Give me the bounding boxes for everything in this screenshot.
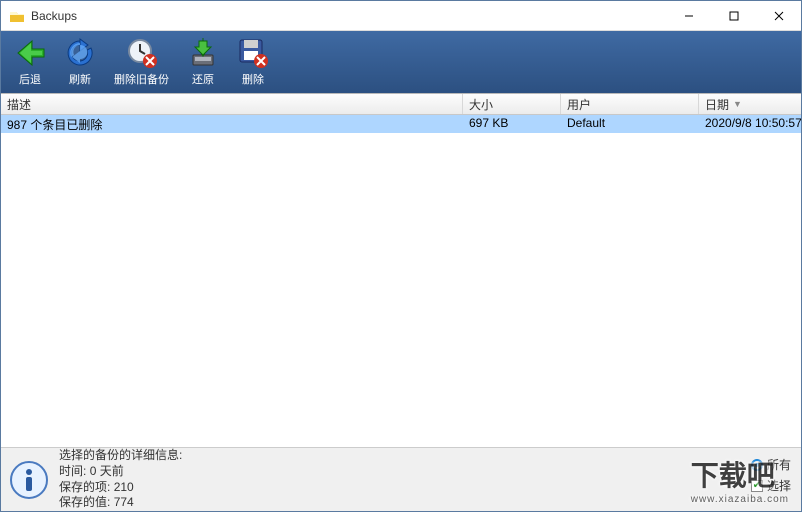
minimize-button[interactable] <box>666 1 711 30</box>
header-date[interactable]: 日期▼ <box>699 94 801 114</box>
delete-label: 删除 <box>242 71 264 87</box>
delete-button[interactable]: 删除 <box>230 35 276 89</box>
backup-list[interactable]: 987 个条目已删除 697 KB Default 2020/9/8 10:50… <box>1 115 801 447</box>
maximize-button[interactable] <box>711 1 756 30</box>
checkbox-icon: ✔ <box>751 480 763 492</box>
restore-label: 还原 <box>192 71 214 87</box>
status-values: 保存的值: 774 <box>59 495 182 511</box>
clock-delete-icon <box>126 37 158 69</box>
refresh-button[interactable]: 刷新 <box>57 35 103 89</box>
option-all[interactable]: 所有 <box>751 456 791 473</box>
header-description[interactable]: 描述 <box>1 94 463 114</box>
back-button[interactable]: 后退 <box>7 35 53 89</box>
delete-old-label: 删除旧备份 <box>114 71 169 87</box>
cell-user: Default <box>561 115 699 133</box>
filter-options: 所有 ✔ 选择 <box>751 456 791 498</box>
back-label: 后退 <box>19 71 41 87</box>
window-title: Backups <box>31 9 666 23</box>
toolbar: 后退 刷新 删除旧备份 还原 删除 <box>1 31 801 93</box>
table-row[interactable]: 987 个条目已删除 697 KB Default 2020/9/8 10:50… <box>1 115 801 133</box>
restore-button[interactable]: 还原 <box>180 35 226 89</box>
arrow-left-icon <box>14 37 46 69</box>
sort-desc-icon: ▼ <box>733 99 742 109</box>
restore-icon <box>187 37 219 69</box>
cell-description: 987 个条目已删除 <box>1 115 463 133</box>
option-selected[interactable]: ✔ 选择 <box>751 477 791 494</box>
close-button[interactable] <box>756 1 801 30</box>
header-user[interactable]: 用户 <box>561 94 699 114</box>
cell-size: 697 KB <box>463 115 561 133</box>
refresh-label: 刷新 <box>69 71 91 87</box>
status-items: 保存的项: 210 <box>59 480 182 496</box>
status-time: 时间: 0 天前 <box>59 464 182 480</box>
titlebar: Backups <box>1 1 801 31</box>
cell-date: 2020/9/8 10:50:57 <box>699 115 801 133</box>
status-details: 选择的备份的详细信息: 时间: 0 天前 保存的项: 210 保存的值: 774 <box>59 448 182 510</box>
disk-delete-icon <box>237 37 269 69</box>
refresh-icon <box>64 37 96 69</box>
delete-old-button[interactable]: 删除旧备份 <box>107 35 176 89</box>
column-headers: 描述 大小 用户 日期▼ <box>1 93 801 115</box>
window-controls <box>666 1 801 30</box>
statusbar: 选择的备份的详细信息: 时间: 0 天前 保存的项: 210 保存的值: 774… <box>1 447 801 511</box>
header-size[interactable]: 大小 <box>463 94 561 114</box>
app-icon <box>9 8 25 24</box>
status-heading: 选择的备份的详细信息: <box>59 448 182 464</box>
info-icon <box>9 460 49 500</box>
radio-icon <box>751 459 763 471</box>
window: Backups 后退 刷新 <box>0 0 802 512</box>
